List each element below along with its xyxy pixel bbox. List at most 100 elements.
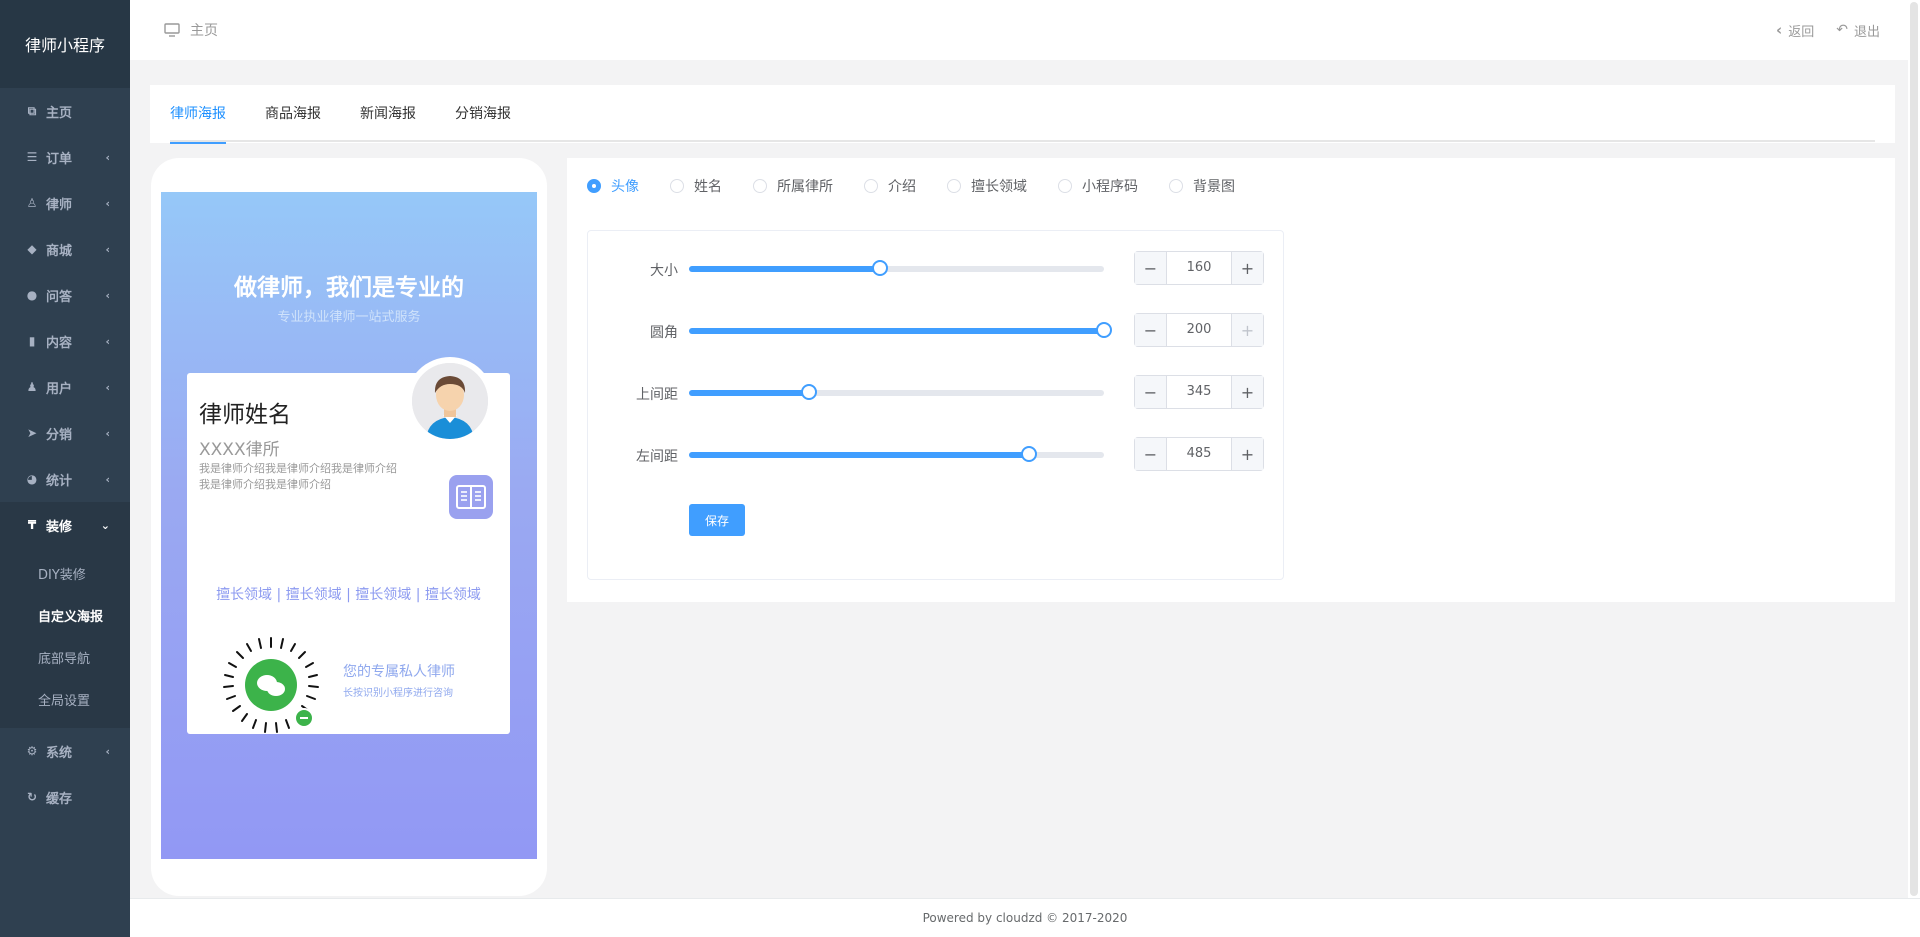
radio-dot — [1169, 179, 1183, 193]
increase-button[interactable]: + — [1231, 438, 1263, 470]
page-scrollbar[interactable] — [1908, 0, 1920, 898]
radio-intro[interactable]: 介绍 — [864, 176, 916, 196]
top-margin-stepper: − 345 + — [1134, 375, 1264, 409]
tags-icon: ◆ — [27, 242, 37, 256]
app-title: 律师小程序 — [0, 0, 130, 88]
radio-label: 姓名 — [694, 179, 722, 195]
slider-handle[interactable] — [801, 384, 818, 400]
radio-name[interactable]: 姓名 — [670, 176, 722, 196]
slider-handle[interactable] — [1096, 322, 1112, 338]
radius-label: 圆角 — [650, 325, 678, 341]
radio-dot — [864, 179, 878, 193]
decrease-button[interactable]: − — [1135, 376, 1167, 408]
poster-specialties: 擅长领域 | 擅长领域 | 擅长领域 | 擅长领域 — [216, 587, 481, 603]
increase-button[interactable]: + — [1231, 252, 1263, 284]
top-margin-slider[interactable] — [689, 384, 1104, 400]
radius-slider[interactable] — [689, 322, 1112, 338]
sidebar-item-decoration[interactable]: ₸ 装修 ⌄ — [0, 502, 130, 548]
logout-label: 退出 — [1853, 24, 1880, 40]
sidebar-item-mall[interactable]: ◆ 商城 ‹ — [0, 226, 130, 272]
chevron-left-icon: ‹ — [105, 288, 110, 302]
sidebar: 律师小程序 ⧉ 主页 ☰ 订单 ‹ ♙ 律师 ‹ ◆ 商城 ‹ ● 问答 ‹ ▮… — [0, 0, 130, 937]
top-margin-value[interactable]: 345 — [1167, 376, 1231, 408]
subnav-item-bottom-nav[interactable]: 底部导航 — [0, 636, 130, 678]
decrease-button[interactable]: − — [1135, 438, 1167, 470]
radio-background[interactable]: 背景图 — [1169, 176, 1235, 196]
slider-handle[interactable] — [871, 260, 888, 276]
sidebar-item-label: 主页 — [46, 105, 73, 121]
radio-mini-program-code[interactable]: 小程序码 — [1058, 176, 1138, 196]
left-margin-stepper: − 485 + — [1134, 437, 1264, 471]
poster-lawyer-intro: 我是律师介绍我是律师介绍我是律师介绍我是律师介绍我是律师介绍 — [199, 462, 397, 491]
left-margin-value[interactable]: 485 — [1167, 438, 1231, 470]
sidebar-item-distribution[interactable]: ➤ 分销 ‹ — [0, 410, 130, 456]
subnav-item-custom-poster[interactable]: 自定义海报 — [0, 594, 130, 636]
left-margin-row: 左间距 − 485 + — [588, 437, 1285, 471]
radius-value[interactable]: 200 — [1167, 314, 1231, 346]
poster-settings-panel: 头像 姓名 所属律所 介绍 擅长领域 小程序码 背景图 大小 − 160 + 圆… — [567, 158, 1895, 602]
radio-label: 擅长领域 — [971, 179, 1027, 195]
increase-button[interactable]: + — [1231, 376, 1263, 408]
decrease-button[interactable]: − — [1135, 252, 1167, 284]
breadcrumb[interactable]: 主页 — [164, 20, 218, 40]
element-radio-group: 头像 姓名 所属律所 介绍 擅长领域 小程序码 背景图 — [587, 176, 1266, 196]
sidebar-item-label: 用户 — [46, 381, 73, 397]
slider-handle[interactable] — [1021, 446, 1038, 462]
left-margin-slider[interactable] — [689, 446, 1104, 462]
open-book-icon — [449, 475, 493, 519]
sidebar-item-label: 问答 — [46, 289, 73, 305]
sidebar-item-lawyers[interactable]: ♙ 律师 ‹ — [0, 180, 130, 226]
chevron-left-icon: ‹ — [105, 242, 110, 256]
copy-icon: ⧉ — [27, 103, 37, 118]
sidebar-item-label: 缓存 — [46, 791, 73, 807]
radio-label: 小程序码 — [1082, 179, 1138, 195]
scrollbar-thumb[interactable] — [1910, 2, 1918, 896]
subnav-item-global-settings[interactable]: 全局设置 — [0, 678, 130, 720]
size-label: 大小 — [650, 263, 678, 279]
refresh-icon: ↻ — [26, 790, 38, 804]
radio-label: 所属律所 — [777, 179, 833, 195]
tab-lawyer-poster[interactable]: 律师海报 — [170, 85, 226, 144]
tab-distribution-poster[interactable]: 分销海报 — [455, 85, 511, 142]
sidebar-item-content[interactable]: ▮ 内容 ‹ — [0, 318, 130, 364]
sidebar-item-label: 商城 — [46, 243, 73, 259]
poster-tabs-panel: 律师海报 商品海报 新闻海报 分销海报 — [150, 85, 1895, 144]
radio-dot — [1058, 179, 1072, 193]
tab-product-poster[interactable]: 商品海报 — [265, 85, 321, 142]
radio-avatar[interactable]: 头像 — [587, 176, 639, 196]
radio-specialty[interactable]: 擅长领域 — [947, 176, 1027, 196]
sidebar-item-system[interactable]: ⚙ 系统 ‹ — [0, 728, 130, 774]
sidebar-item-cache[interactable]: ↻ 缓存 — [0, 774, 130, 820]
increase-button[interactable]: + — [1231, 314, 1263, 346]
list-icon: ☰ — [26, 150, 38, 164]
sidebar-item-label: 系统 — [46, 745, 73, 761]
logout-button[interactable]: ↶ 退出 — [1836, 21, 1880, 40]
save-button[interactable]: 保存 — [689, 504, 745, 536]
comment-icon: ● — [26, 288, 38, 302]
radio-label: 介绍 — [888, 179, 916, 195]
top-bar: 主页 ‹ 返回 ↶ 退出 — [130, 0, 1920, 60]
book-icon: ▮ — [28, 334, 36, 348]
radio-label: 背景图 — [1193, 179, 1235, 195]
back-button[interactable]: ‹ 返回 — [1776, 21, 1814, 40]
size-value[interactable]: 160 — [1167, 252, 1231, 284]
lawyer-avatar-icon — [412, 363, 488, 439]
sidebar-item-home[interactable]: ⧉ 主页 — [0, 88, 130, 134]
settings-form: 大小 − 160 + 圆角 − 200 + 上间距 − 345 + 左间距 − … — [587, 230, 1284, 580]
size-slider[interactable] — [689, 260, 1104, 276]
tab-news-poster[interactable]: 新闻海报 — [360, 85, 416, 142]
send-icon: ➤ — [26, 426, 38, 440]
sidebar-item-qa[interactable]: ● 问答 ‹ — [0, 272, 130, 318]
poster-subtitle: 专业执业律师一站式服务 — [277, 310, 421, 325]
sidebar-item-orders[interactable]: ☰ 订单 ‹ — [0, 134, 130, 180]
subnav-item-diy[interactable]: DIY装修 — [0, 552, 130, 594]
chevron-left-icon: ‹ — [105, 744, 110, 758]
chevron-down-icon: ⌄ — [100, 518, 110, 532]
poster-title: 做律师，我们是专业的 — [234, 275, 464, 301]
sidebar-item-users[interactable]: ♟ 用户 ‹ — [0, 364, 130, 410]
radio-firm[interactable]: 所属律所 — [753, 176, 833, 196]
decrease-button[interactable]: − — [1135, 314, 1167, 346]
sidebar-item-label: 内容 — [46, 335, 73, 351]
sidebar-item-stats[interactable]: ◕ 统计 ‹ — [0, 456, 130, 502]
radio-label: 头像 — [611, 179, 639, 195]
